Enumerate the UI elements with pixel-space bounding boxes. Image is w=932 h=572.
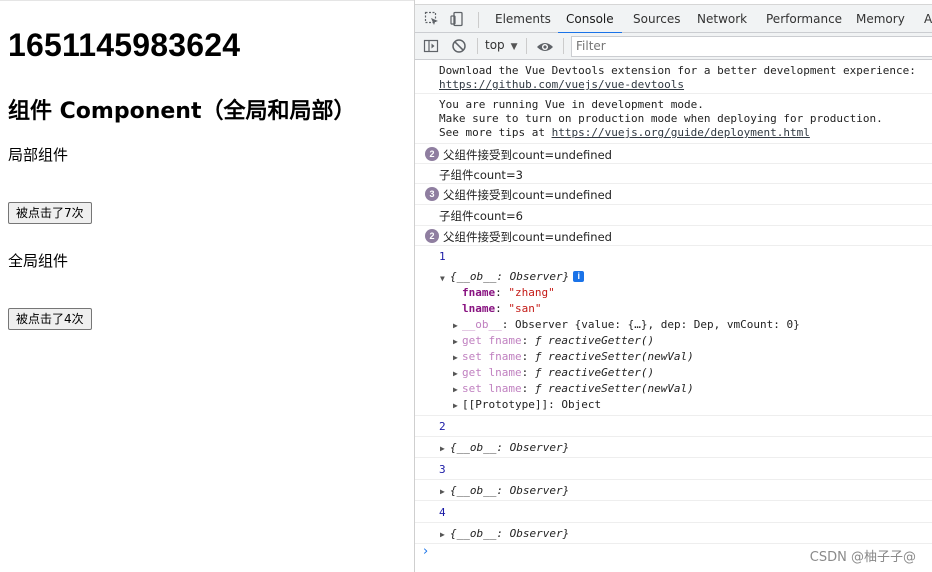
object-summary[interactable]: {__ob__: Observer}	[450, 441, 569, 454]
setter-key[interactable]: set lname	[462, 382, 522, 395]
log-text: 子组件count=3	[439, 168, 523, 182]
repeat-count-badge: 2	[425, 147, 439, 161]
object-summary[interactable]: {__ob__: Observer}	[450, 527, 569, 540]
console-log-row: 子组件count=3	[415, 164, 932, 184]
log-text: 父组件接受到count=undefined	[443, 230, 612, 244]
context-selector[interactable]: top ▼	[485, 38, 518, 52]
property-value: "zhang"	[508, 286, 555, 299]
filter-input[interactable]: Filter	[571, 36, 932, 57]
console-log-row: ▶ {__ob__: Observer}	[415, 480, 932, 501]
console-log-row: 1 ▼ {__ob__: Observer} i fname: "zhang" l…	[415, 246, 932, 416]
property-value: Observer {value: {…}, dep: Dep, vmCount:…	[515, 318, 800, 331]
expand-triangle-icon[interactable]: ▶	[440, 444, 445, 453]
local-component-label: 局部组件	[8, 146, 69, 164]
expand-triangle-icon[interactable]: ▶	[453, 369, 458, 378]
clear-console-icon[interactable]	[451, 38, 467, 58]
info-icon[interactable]: i	[573, 271, 585, 282]
caret-down-icon: ▼	[510, 42, 518, 52]
tabbar-divider	[478, 12, 479, 28]
log-text: 父组件接受到count=undefined	[443, 148, 612, 162]
toolbar-divider	[477, 38, 478, 54]
tab-console[interactable]: Console	[558, 5, 622, 34]
expand-triangle-icon[interactable]: ▶	[453, 321, 458, 330]
setter-key[interactable]: set fname	[462, 350, 522, 363]
local-counter-button[interactable]: 被点击了7次	[8, 202, 92, 224]
getter-key[interactable]: get lname	[462, 366, 522, 379]
sidebar-toggle-icon[interactable]	[423, 38, 439, 58]
prototype-entry[interactable]: [[Prototype]]: Object	[462, 398, 601, 411]
eye-icon[interactable]	[536, 39, 554, 58]
log-number: 1	[439, 250, 446, 263]
repeat-count-badge: 2	[425, 229, 439, 243]
console-log-row: 3	[415, 458, 932, 480]
repeat-count-badge: 3	[425, 187, 439, 201]
log-number: 4	[439, 506, 446, 519]
log-number: 2	[439, 420, 446, 433]
expand-triangle-icon[interactable]: ▶	[453, 337, 458, 346]
expand-triangle-icon[interactable]: ▼	[440, 274, 445, 283]
global-counter-button[interactable]: 被点击了4次	[8, 308, 92, 330]
getter-value: ƒ reactiveGetter()	[534, 366, 655, 379]
property-key[interactable]: __ob__	[462, 318, 502, 331]
property-key: lname	[462, 302, 496, 315]
console-log-row: 2 父组件接受到count=undefined	[415, 226, 932, 246]
expand-triangle-icon[interactable]: ▶	[453, 401, 458, 410]
log-text: 子组件count=6	[439, 209, 523, 223]
console-toolbar: top ▼ Filter	[415, 33, 932, 60]
property-key: fname	[462, 286, 496, 299]
inspect-element-icon[interactable]	[424, 11, 440, 27]
tab-sources[interactable]: Sources	[633, 5, 680, 33]
devtools-message-text: Download the Vue Devtools extension for …	[439, 64, 916, 77]
console-prompt[interactable]: ›	[423, 544, 428, 559]
console-message: You are running Vue in development mode.…	[415, 94, 932, 144]
getter-key[interactable]: get fname	[462, 334, 522, 347]
tab-memory[interactable]: Memory	[856, 5, 905, 33]
csdn-watermark: CSDN @柚子子@	[809, 550, 916, 565]
property-value: "san"	[508, 302, 542, 315]
log-number: 3	[439, 463, 446, 476]
log-text: 父组件接受到count=undefined	[443, 188, 612, 202]
console-log-row: 3 父组件接受到count=undefined	[415, 184, 932, 205]
console-log-row: 子组件count=6	[415, 205, 932, 226]
setter-value: ƒ reactiveSetter(newVal)	[534, 350, 694, 363]
expand-triangle-icon[interactable]: ▶	[440, 487, 445, 496]
tab-performance[interactable]: Performance	[766, 5, 842, 33]
expand-triangle-icon[interactable]: ▶	[453, 385, 458, 394]
page-title: 组件 Component（全局和局部）	[8, 99, 356, 124]
timestamp-heading: 1651145983624	[8, 27, 241, 63]
devtools-tabbar: Elements Console Sources Network Perform…	[415, 4, 932, 34]
console-output: Download the Vue Devtools extension for …	[415, 60, 932, 572]
object-summary[interactable]: {__ob__: Observer}	[450, 484, 569, 497]
expand-triangle-icon[interactable]: ▶	[440, 530, 445, 539]
object-summary[interactable]: {__ob__: Observer}	[450, 270, 569, 283]
page-content: 1651145983624 组件 Component（全局和局部） 局部组件 被…	[0, 0, 414, 572]
global-component-label: 全局组件	[8, 252, 69, 270]
toolbar-divider	[563, 38, 564, 54]
toolbar-divider	[526, 38, 527, 54]
tab-network[interactable]: Network	[697, 5, 747, 33]
console-message: Download the Vue Devtools extension for …	[415, 60, 932, 94]
dev-mode-line-2: Make sure to turn on production mode whe…	[439, 112, 883, 125]
devtools-link[interactable]: https://github.com/vuejs/vue-devtools	[439, 78, 684, 91]
console-log-row: 2 父组件接受到count=undefined	[415, 144, 932, 164]
setter-value: ƒ reactiveSetter(newVal)	[534, 382, 694, 395]
tab-elements[interactable]: Elements	[495, 5, 551, 33]
expand-triangle-icon[interactable]: ▶	[453, 353, 458, 362]
console-log-row: ▶ {__ob__: Observer}	[415, 523, 932, 544]
console-log-row: ▶ {__ob__: Observer}	[415, 437, 932, 458]
console-log-row: 2	[415, 416, 932, 437]
device-toolbar-icon[interactable]	[449, 11, 465, 27]
getter-value: ƒ reactiveGetter()	[534, 334, 655, 347]
deployment-guide-link[interactable]: https://vuejs.org/guide/deployment.html	[552, 126, 810, 139]
dev-mode-line-1: You are running Vue in development mode.	[439, 98, 704, 111]
context-value: top	[485, 38, 505, 52]
dev-mode-line-3: See more tips at	[439, 126, 552, 139]
devtools-panel: Elements Console Sources Network Perform…	[414, 0, 932, 572]
tab-application[interactable]: A	[924, 5, 932, 33]
console-log-row: 4	[415, 501, 932, 523]
